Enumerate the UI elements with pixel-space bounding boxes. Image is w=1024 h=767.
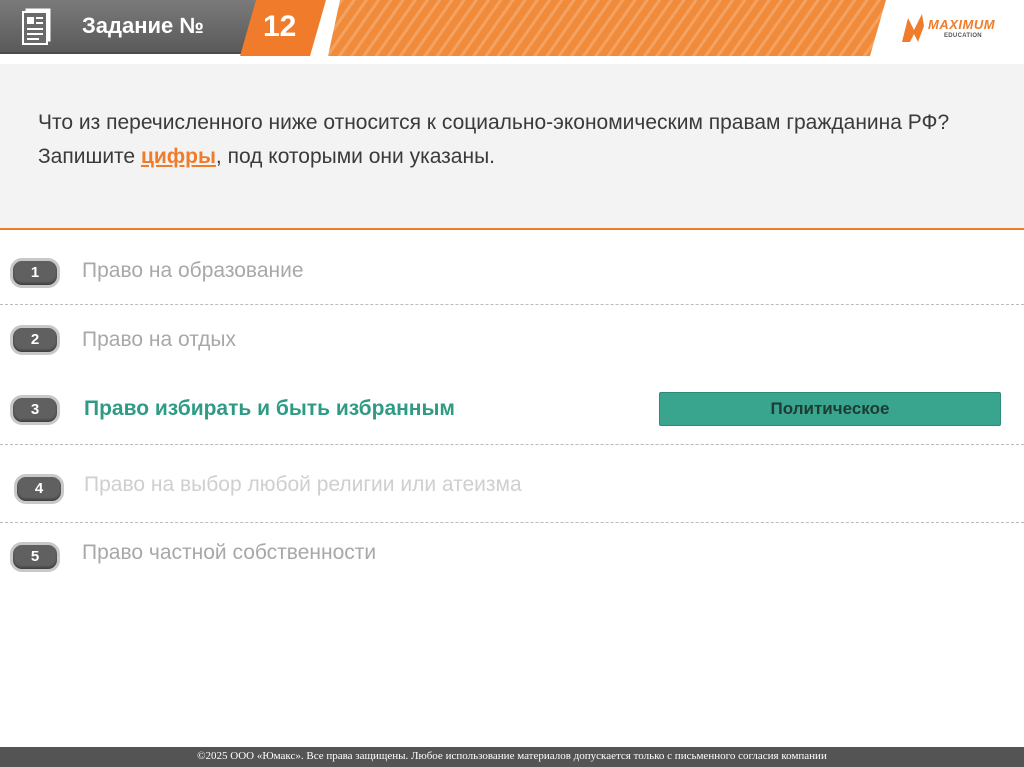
logo-text: MAXIMUM [928, 17, 996, 32]
option-number-badge: 4 [14, 474, 64, 504]
option-number-badge: 5 [10, 542, 60, 572]
divider [0, 522, 1024, 523]
answer-tag: Политическое [659, 392, 1001, 426]
option-number-badge: 2 [10, 325, 60, 355]
option-text: Право на отдых [82, 328, 236, 351]
question-part2: , под которыми они указаны. [215, 145, 496, 168]
option-number-badge: 1 [10, 258, 60, 288]
header-bar: Задание № 12 MAXIMUM EDUCATION [0, 0, 1024, 64]
question-area: Что из перечисленного ниже относится к с… [0, 64, 1024, 230]
logo-mark-icon [902, 14, 924, 42]
document-icon [22, 8, 51, 45]
copyright-text: ©2025 ООО «Юмакс». Все права защищены. Л… [197, 750, 827, 762]
logo-subtext: EDUCATION [944, 33, 982, 39]
option-text: Право на образование [82, 259, 304, 282]
task-label-bar: Задание № [0, 0, 262, 54]
question-text: Что из перечисленного ниже относится к с… [38, 106, 998, 174]
option-text-highlighted: Право избирать и быть избранным [84, 397, 455, 420]
option-text: Право частной собственности [82, 541, 377, 564]
option-text: Право на выбор любой религии или атеизма [84, 473, 522, 496]
task-label: Задание № [82, 13, 204, 38]
question-highlight: цифры [140, 145, 216, 168]
footer: ©2025 ООО «Юмакс». Все права защищены. Л… [0, 747, 1024, 767]
maximum-logo: MAXIMUM EDUCATION [898, 8, 1016, 56]
option-number-badge: 3 [10, 395, 60, 425]
decorative-stripe [328, 0, 886, 56]
task-number: 12 [263, 10, 297, 43]
divider [0, 444, 1024, 445]
